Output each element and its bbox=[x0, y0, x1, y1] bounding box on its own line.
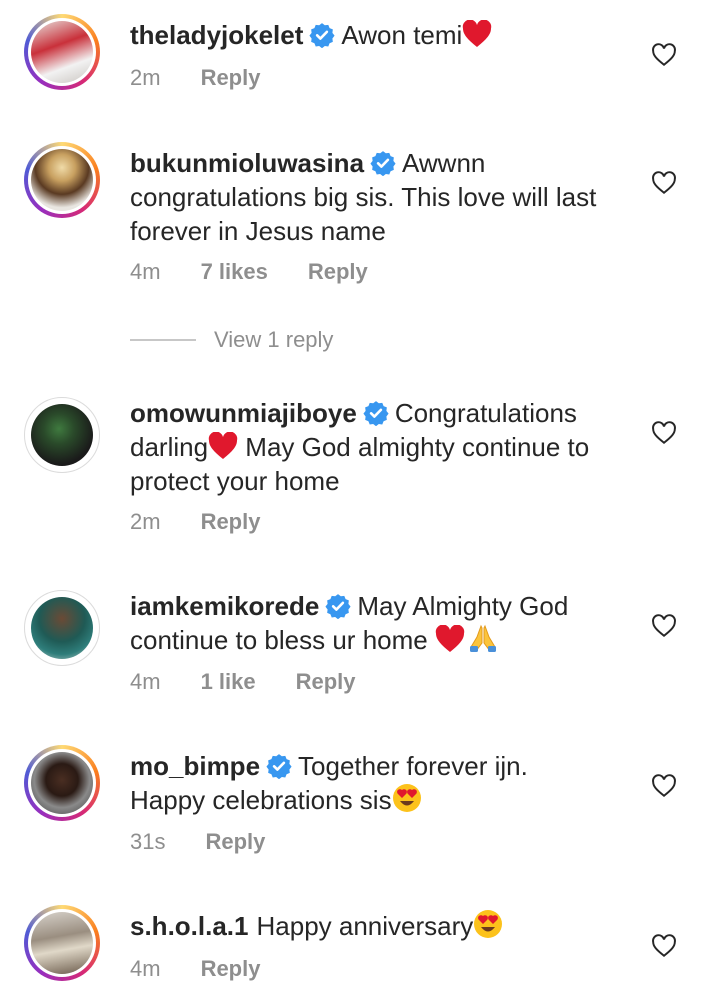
comment-username[interactable]: omowunmiajiboye bbox=[130, 398, 357, 428]
reply-button[interactable]: Reply bbox=[296, 669, 356, 694]
avatar[interactable] bbox=[24, 745, 100, 821]
avatar[interactable] bbox=[24, 14, 100, 90]
comment-username[interactable]: iamkemikorede bbox=[130, 591, 319, 621]
red-heart-emoji bbox=[463, 20, 492, 47]
comment-text: Happy anniversary bbox=[256, 911, 474, 941]
reply-button[interactable]: Reply bbox=[201, 956, 261, 981]
like-heart-icon[interactable] bbox=[651, 773, 677, 799]
reply-button[interactable]: Reply bbox=[201, 65, 261, 90]
reply-button[interactable]: Reply bbox=[205, 829, 265, 854]
verified-badge-icon bbox=[363, 401, 389, 426]
red-heart-emoji bbox=[435, 625, 465, 652]
view-replies-button[interactable]: View 1 reply bbox=[130, 325, 333, 355]
comment-username[interactable]: theladyjokelet bbox=[130, 20, 303, 50]
avatar[interactable] bbox=[24, 905, 100, 981]
comment-time: 4m bbox=[130, 259, 161, 284]
comment-time: 4m bbox=[130, 669, 161, 694]
heart-eyes-emoji bbox=[474, 910, 503, 938]
verified-badge-icon bbox=[370, 151, 396, 176]
comment-text: Awon temi bbox=[341, 20, 463, 50]
like-heart-icon[interactable] bbox=[651, 613, 677, 639]
like-heart-icon[interactable] bbox=[651, 170, 677, 196]
comment-time: 31s bbox=[130, 829, 166, 854]
comment-username[interactable]: mo_bimpe bbox=[130, 751, 260, 781]
verified-badge-icon bbox=[266, 754, 292, 779]
like-heart-icon[interactable] bbox=[651, 933, 677, 959]
divider bbox=[130, 339, 196, 341]
view-replies-label[interactable]: View 1 reply bbox=[214, 327, 333, 353]
likes-count[interactable]: 1 like bbox=[201, 669, 256, 694]
comment-time: 4m bbox=[130, 956, 161, 981]
reply-button[interactable]: Reply bbox=[308, 259, 368, 284]
comment-username[interactable]: bukunmioluwasina bbox=[130, 148, 364, 178]
comment-time: 2m bbox=[130, 65, 161, 90]
verified-badge-icon bbox=[325, 594, 351, 619]
reply-button[interactable]: Reply bbox=[201, 509, 261, 534]
heart-eyes-emoji bbox=[392, 784, 421, 812]
comment-username[interactable]: s.h.o.l.a.1 bbox=[130, 911, 249, 941]
verified-badge-icon bbox=[309, 23, 335, 48]
avatar[interactable] bbox=[24, 590, 100, 666]
red-heart-emoji bbox=[208, 432, 238, 459]
folded-hands-emoji bbox=[469, 624, 496, 652]
comment-time: 2m bbox=[130, 509, 161, 534]
avatar[interactable] bbox=[24, 397, 100, 473]
avatar[interactable] bbox=[24, 142, 100, 218]
likes-count[interactable]: 7 likes bbox=[201, 259, 268, 284]
like-heart-icon[interactable] bbox=[651, 420, 677, 446]
like-heart-icon[interactable] bbox=[651, 42, 677, 68]
